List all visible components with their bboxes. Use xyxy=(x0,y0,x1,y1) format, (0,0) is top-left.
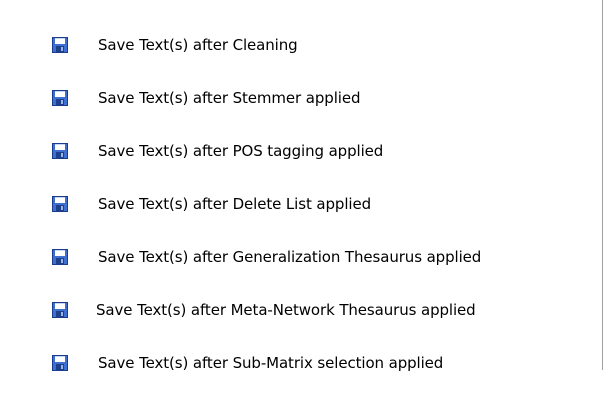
menu-item-save-after-sub-matrix-selection[interactable]: Save Text(s) after Sub-Matrix selection … xyxy=(10,343,595,383)
save-submenu: Save Text(s) after Cleaning Save Text(s)… xyxy=(0,0,602,393)
menu-item-save-after-cleaning[interactable]: Save Text(s) after Cleaning xyxy=(10,25,595,65)
menu-item-label: Save Text(s) after Sub-Matrix selection … xyxy=(98,354,444,372)
menu-item-label: Save Text(s) after Cleaning xyxy=(98,36,298,54)
floppy-disk-icon xyxy=(52,355,68,371)
floppy-disk-icon xyxy=(52,37,68,53)
floppy-disk-icon xyxy=(52,249,68,265)
menu-item-label: Save Text(s) after Generalization Thesau… xyxy=(98,248,482,266)
menu-right-border xyxy=(602,0,603,370)
menu-item-save-after-stemmer[interactable]: Save Text(s) after Stemmer applied xyxy=(10,78,595,118)
menu-item-label: Save Text(s) after Stemmer applied xyxy=(98,89,361,107)
menu-item-label: Save Text(s) after POS tagging applied xyxy=(98,142,384,160)
menu-item-label: Save Text(s) after Meta-Network Thesauru… xyxy=(96,301,476,319)
menu-item-save-after-meta-network-thesaurus[interactable]: Save Text(s) after Meta-Network Thesauru… xyxy=(10,290,595,330)
floppy-disk-icon xyxy=(52,196,68,212)
menu-item-label: Save Text(s) after Delete List applied xyxy=(98,195,372,213)
menu-item-save-after-delete-list[interactable]: Save Text(s) after Delete List applied xyxy=(10,184,595,224)
menu-item-save-after-pos-tagging[interactable]: Save Text(s) after POS tagging applied xyxy=(10,131,595,171)
floppy-disk-icon xyxy=(52,90,68,106)
menu-item-save-after-generalization-thesaurus[interactable]: Save Text(s) after Generalization Thesau… xyxy=(10,237,595,277)
floppy-disk-icon xyxy=(52,143,68,159)
floppy-disk-icon xyxy=(52,302,68,318)
